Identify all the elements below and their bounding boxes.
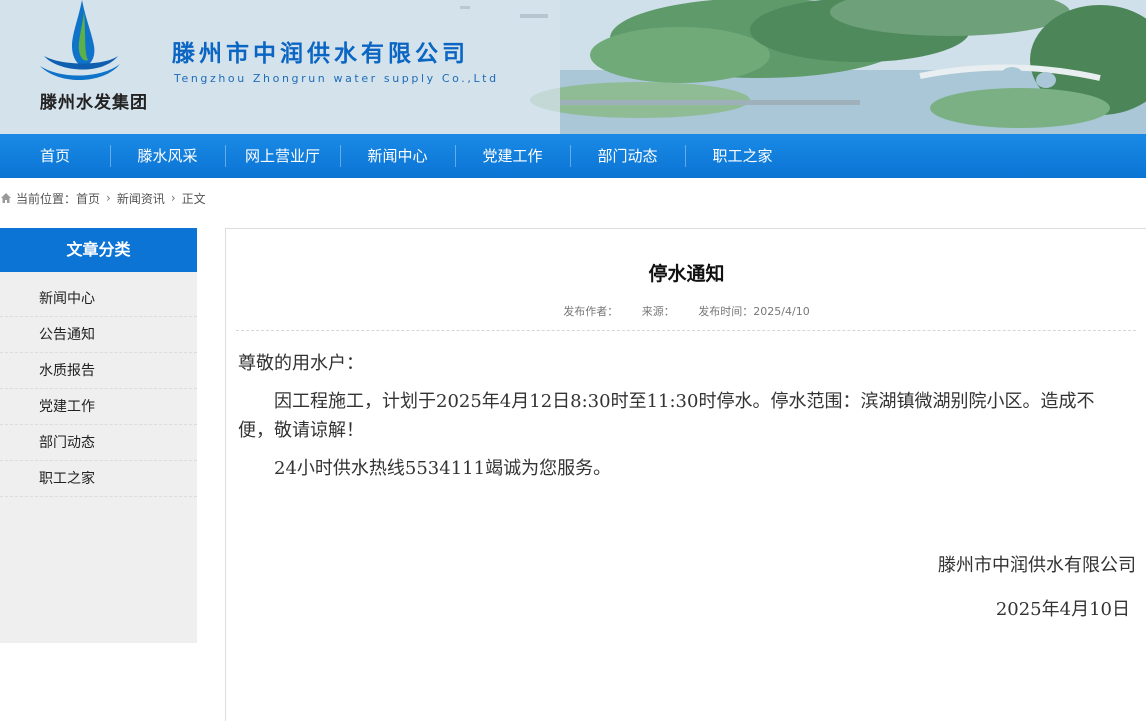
logo-text: 滕州水发集团	[40, 93, 148, 113]
article-title: 停水通知	[648, 263, 725, 285]
article-panel: 停水通知 发布作者： 来源： 发布时间：2025/4/10 尊敬的用水户： 因工…	[225, 228, 1146, 721]
nav-item-news-center[interactable]: 新闻中心	[340, 134, 455, 178]
breadcrumb: 当前位置： 首页 › 新闻资讯 › 正文	[0, 188, 206, 208]
header-banner: 滕州水发集团 滕州市中润供水有限公司 Tengzhou Zhongrun wat…	[0, 0, 1146, 134]
article-signature: 滕州市中润供水有限公司	[938, 555, 1136, 576]
sidebar-item-staff-home[interactable]: 职工之家	[0, 461, 197, 497]
company-name-english: Tengzhou Zhongrun water supply Co.,Ltd	[174, 72, 499, 85]
article-author-label: 发布作者：	[563, 305, 619, 318]
breadcrumb-news-link[interactable]: 新闻资讯	[117, 190, 165, 207]
article-greeting: 尊敬的用水户：	[238, 353, 364, 374]
sidebar-item-department-news[interactable]: 部门动态	[0, 425, 197, 461]
home-icon	[1, 193, 11, 203]
logo-icon	[40, 0, 120, 81]
company-name: 滕州市中润供水有限公司	[172, 41, 469, 67]
sidebar: 文章分类 新闻中心 公告通知 水质报告 党建工作 部门动态 职工之家	[0, 228, 197, 643]
sidebar-item-announcements[interactable]: 公告通知	[0, 317, 197, 353]
chevron-right-icon: ›	[106, 191, 111, 205]
sidebar-item-news-center[interactable]: 新闻中心	[0, 281, 197, 317]
nav-item-online-service-hall[interactable]: 网上营业厅	[225, 134, 340, 178]
article-paragraph: 24小时供水热线5534111竭诚为您服务。	[274, 458, 612, 479]
nav-item-department-news[interactable]: 部门动态	[570, 134, 685, 178]
article-publish-time: 发布时间：2025/4/10	[698, 305, 810, 318]
nav-item-tengshui-style[interactable]: 滕水风采	[110, 134, 225, 178]
breadcrumb-current: 正文	[181, 191, 206, 206]
sidebar-item-water-quality-report[interactable]: 水质报告	[0, 353, 197, 389]
chevron-right-icon: ›	[170, 191, 176, 205]
sidebar-list: 新闻中心 公告通知 水质报告 党建工作 部门动态 职工之家	[0, 272, 197, 497]
article-date: 2025年4月10日	[995, 599, 1130, 620]
nav-item-home[interactable]: 首页	[0, 134, 110, 178]
nav-item-party-work[interactable]: 党建工作	[455, 134, 570, 178]
breadcrumb-label: 当前位置：	[16, 191, 77, 206]
sidebar-title: 文章分类	[0, 228, 197, 272]
article-source-label: 来源：	[641, 305, 675, 318]
sidebar-item-party-work[interactable]: 党建工作	[0, 389, 197, 425]
article-divider	[236, 330, 1136, 331]
article-body: 尊敬的用水户： 因工程施工，计划于2025年4月12日8:30时至11:30时停…	[238, 349, 1128, 492]
nav-item-staff-home[interactable]: 职工之家	[685, 134, 800, 178]
breadcrumb-home-link[interactable]: 首页	[76, 190, 100, 207]
main-nav: 首页 滕水风采 网上营业厅 新闻中心 党建工作 部门动态 职工之家	[0, 134, 1146, 178]
article-meta: 发布作者： 来源： 发布时间：2025/4/10	[226, 303, 1146, 319]
article-paragraph: 因工程施工，计划于2025年4月12日8:30时至11:30时停水。停水范围：滨…	[238, 391, 1095, 441]
